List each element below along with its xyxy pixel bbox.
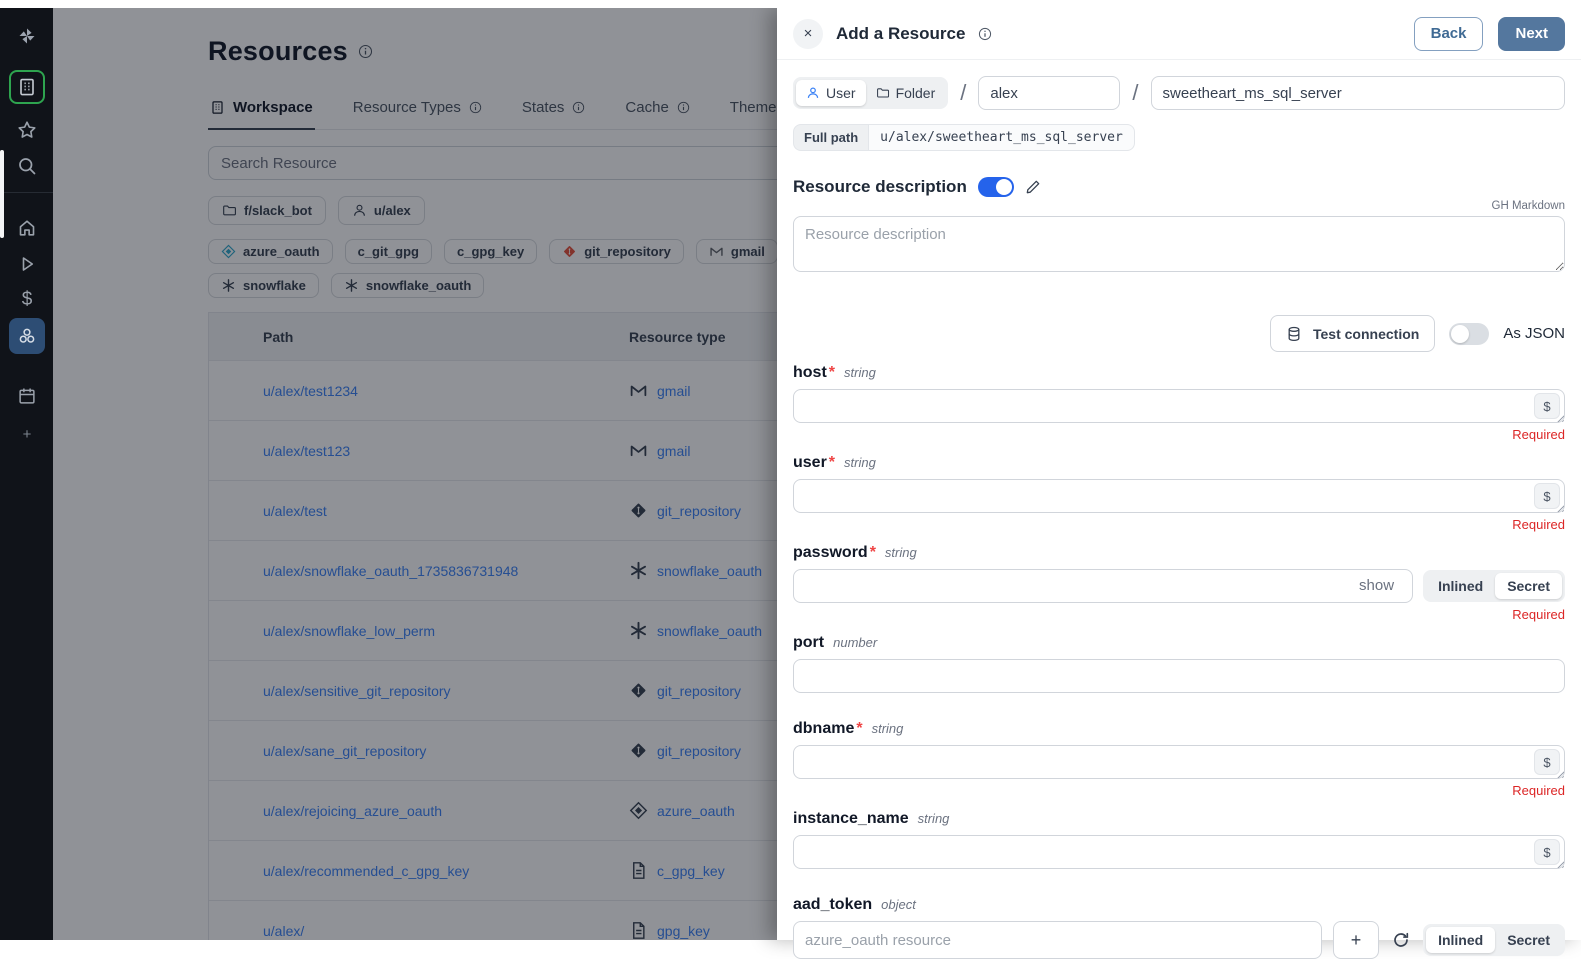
user-icon <box>806 86 820 100</box>
field-aad-token: aad_token object + Inlined Secret <box>793 896 1565 959</box>
sidebar: $ + <box>0 8 53 940</box>
field-name: host <box>793 364 827 382</box>
favorites-star-icon[interactable] <box>9 112 45 148</box>
field-port: port number <box>793 634 1565 693</box>
required-label: Required <box>793 517 1565 532</box>
close-icon[interactable]: × <box>793 19 823 49</box>
password-input[interactable] <box>793 569 1413 603</box>
insert-variable-button[interactable]: $ <box>1534 393 1560 419</box>
inlined-button[interactable]: Inlined <box>1426 927 1495 953</box>
sidebar-item-workspace[interactable] <box>9 70 45 104</box>
inlined-button[interactable]: Inlined <box>1426 573 1495 599</box>
home-icon[interactable] <box>9 210 45 246</box>
field-type: string <box>844 455 876 470</box>
resource-description-textarea[interactable] <box>793 216 1565 272</box>
test-connection-row: Test connection As JSON <box>793 315 1565 352</box>
top-strip <box>0 0 1581 8</box>
required-label: Required <box>793 427 1565 442</box>
test-connection-button[interactable]: Test connection <box>1270 315 1435 352</box>
field-name: user <box>793 454 827 472</box>
back-button[interactable]: Back <box>1414 17 1484 51</box>
required-marker: * <box>829 454 835 472</box>
user-input[interactable] <box>793 479 1565 513</box>
folder-segment-label: Folder <box>896 85 936 101</box>
field-user: user* string $ Required <box>793 454 1565 532</box>
full-path-label: Full path <box>793 124 868 151</box>
as-json-label: As JSON <box>1503 325 1565 342</box>
description-toggle[interactable] <box>978 177 1014 197</box>
host-input[interactable] <box>793 389 1565 423</box>
field-name: port <box>793 634 824 652</box>
modal-dim-overlay[interactable] <box>53 8 777 940</box>
secret-button[interactable]: Secret <box>1495 927 1562 953</box>
database-icon <box>1286 326 1302 342</box>
search-icon[interactable] <box>9 148 45 184</box>
next-button[interactable]: Next <box>1498 17 1565 51</box>
full-path: Full path u/alex/sweetheart_ms_sql_serve… <box>793 124 1135 151</box>
field-type: string <box>918 811 950 826</box>
schedules-calendar-icon[interactable] <box>9 378 45 414</box>
runs-play-icon[interactable] <box>9 246 45 282</box>
refresh-icon[interactable] <box>1390 929 1412 951</box>
resources-icon[interactable] <box>9 318 45 354</box>
as-json-toggle[interactable] <box>1449 323 1489 345</box>
sidebar-scrollbar[interactable] <box>0 150 4 238</box>
dbname-input[interactable] <box>793 745 1565 779</box>
required-marker: * <box>870 544 876 562</box>
field-name: aad_token <box>793 896 872 914</box>
sidebar-divider <box>0 192 53 193</box>
insert-variable-button[interactable]: $ <box>1534 839 1560 865</box>
path-selector-row: User Folder / / <box>793 76 1565 110</box>
folder-icon <box>876 86 890 100</box>
field-name: dbname <box>793 720 854 738</box>
add-resource-button[interactable]: + <box>1333 921 1379 959</box>
required-label: Required <box>793 607 1565 622</box>
aad-token-mode-segmented: Inlined Secret <box>1423 924 1565 956</box>
password-mode-segmented: Inlined Secret <box>1423 570 1565 602</box>
insert-variable-button[interactable]: $ <box>1534 483 1560 509</box>
show-password-button[interactable]: show <box>1353 576 1400 595</box>
field-name: instance_name <box>793 810 909 828</box>
aad-token-resource-input[interactable] <box>793 921 1322 959</box>
field-type: string <box>872 721 904 736</box>
field-type: string <box>844 365 876 380</box>
owner-kind-segmented: User Folder <box>793 77 948 109</box>
owner-input[interactable] <box>978 76 1120 110</box>
variables-dollar-icon[interactable]: $ <box>9 282 45 318</box>
add-plus-icon[interactable]: + <box>9 416 45 452</box>
required-label: Required <box>793 783 1565 798</box>
field-dbname: dbname* string $ Required <box>793 720 1565 798</box>
user-segment-label: User <box>826 85 856 101</box>
add-resource-drawer: × Add a Resource Back Next User Folder /… <box>777 8 1581 940</box>
field-instance-name: instance_name string $ <box>793 810 1565 869</box>
field-type: object <box>881 897 916 912</box>
required-marker: * <box>829 364 835 382</box>
field-type: string <box>885 545 917 560</box>
port-input[interactable] <box>793 659 1565 693</box>
description-heading-row: Resource description <box>793 177 1565 197</box>
instance-name-input[interactable] <box>793 835 1565 869</box>
path-separator: / <box>960 80 966 106</box>
drawer-title: Add a Resource <box>836 24 965 44</box>
gh-markdown-hint: GH Markdown <box>793 200 1565 212</box>
secret-button[interactable]: Secret <box>1495 573 1562 599</box>
test-connection-label: Test connection <box>1313 326 1419 342</box>
windmill-logo-icon[interactable] <box>9 18 45 54</box>
info-icon[interactable] <box>978 27 992 41</box>
field-type: number <box>833 635 877 650</box>
folder-segment-button[interactable]: Folder <box>866 80 946 106</box>
resource-name-input[interactable] <box>1151 76 1566 110</box>
user-segment-button[interactable]: User <box>796 80 866 106</box>
field-name: password <box>793 544 868 562</box>
field-host: host* string $ Required <box>793 364 1565 442</box>
insert-variable-button[interactable]: $ <box>1534 749 1560 775</box>
full-path-value: u/alex/sweetheart_ms_sql_server <box>868 124 1135 151</box>
pencil-icon[interactable] <box>1025 179 1041 195</box>
description-heading: Resource description <box>793 177 967 197</box>
path-separator: / <box>1132 80 1138 106</box>
drawer-header: × Add a Resource Back Next <box>777 8 1581 60</box>
field-password: password* string show Inlined Secret Req… <box>793 544 1565 622</box>
required-marker: * <box>856 720 862 738</box>
